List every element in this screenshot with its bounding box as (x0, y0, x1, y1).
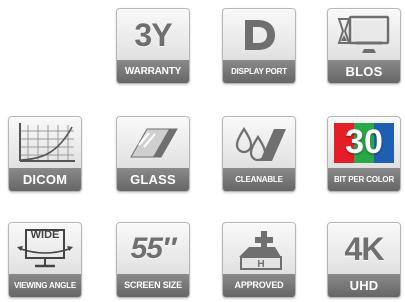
blos-label: BLOS (328, 60, 400, 83)
hospital-cross-icon: H (223, 223, 295, 275)
monitor-hourglass-icon (328, 9, 400, 61)
approved-label: APPROVED (223, 274, 295, 297)
cleanable-label: CLEANABLE (223, 168, 295, 191)
screen-size-label: SCREEN SIZE (117, 274, 189, 297)
bit-per-color-label: BIT PER COLOR (328, 168, 400, 191)
uhd-label: UHD (328, 274, 400, 297)
uhd-4k-text: 4K (344, 231, 385, 267)
wide-viewing-angle-badge: WIDE VIEWING ANGLE (8, 222, 82, 298)
viewing-angle-label: VIEWING ANGLE (9, 274, 81, 297)
glass-label: GLASS (117, 168, 189, 191)
blos-badge: BLOS (327, 8, 401, 84)
displayport-label: DISPLAY PORT (223, 60, 295, 83)
warranty-label: WARRANTY (117, 60, 189, 83)
screen-size-badge: 55″ SCREEN SIZE (116, 222, 190, 298)
uhd-badge: 4K UHD (327, 222, 401, 298)
dicom-label: DICOM (9, 168, 81, 191)
displayport-badge: DISPLAY PORT (222, 8, 296, 84)
wide-angle-icon: WIDE (9, 223, 81, 275)
drops-wiper-icon (223, 117, 295, 169)
bit-depth-number: 30 (345, 123, 383, 161)
warranty-years-text: 3Y (134, 17, 172, 53)
grid-curve-chart-icon (9, 117, 81, 169)
glass-panel-icon (117, 117, 189, 169)
glass-badge: GLASS (116, 116, 190, 192)
approved-badge: H APPROVED (222, 222, 296, 298)
displayport-logo-icon (223, 9, 295, 61)
svg-text:H: H (257, 259, 264, 270)
screen-size-number: 55″ (130, 232, 177, 265)
dicom-badge: DICOM (8, 116, 82, 192)
warranty-badge: 3Y WARRANTY (116, 8, 190, 84)
bit-per-color-badge: 30 BIT PER COLOR (327, 116, 401, 192)
cleanable-badge: CLEANABLE (222, 116, 296, 192)
